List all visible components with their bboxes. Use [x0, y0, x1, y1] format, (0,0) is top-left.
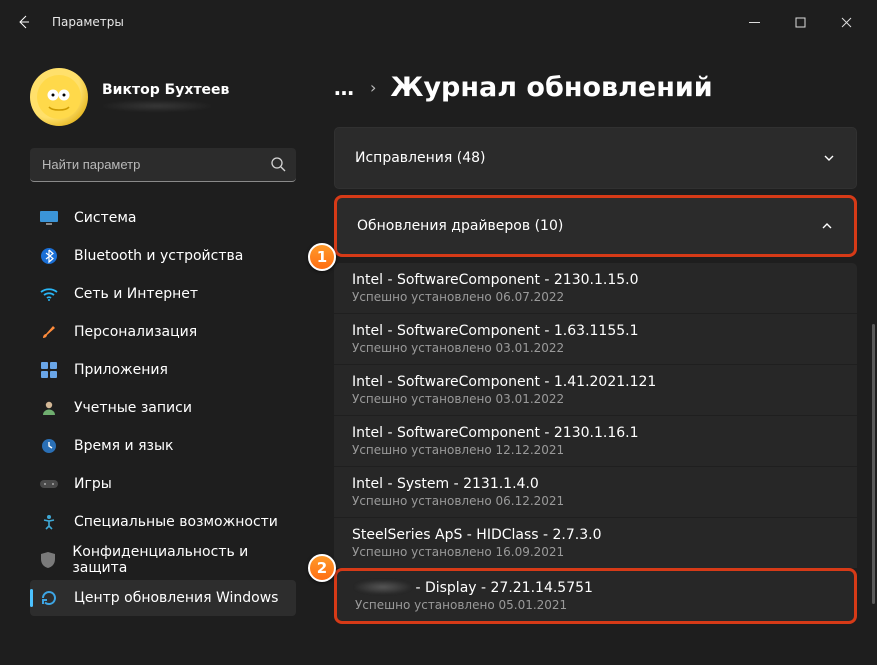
display-icon: [40, 209, 58, 227]
sidebar-item-apps[interactable]: Приложения: [30, 352, 296, 388]
callout-badge-1: 1: [308, 243, 336, 271]
sidebar-item-label: Bluetooth и устройства: [74, 248, 243, 264]
sidebar-item-label: Центр обновления Windows: [74, 590, 278, 606]
list-item[interactable]: Intel - System - 2131.1.4.0Успешно устан…: [334, 466, 857, 517]
sidebar-item-personalization[interactable]: Персонализация: [30, 314, 296, 350]
bluetooth-icon: [40, 247, 58, 265]
chevron-up-icon: [820, 219, 834, 233]
main: … › Журнал обновлений Исправления (48) О…: [310, 44, 877, 665]
section-label: Обновления драйверов (10): [357, 218, 563, 234]
update-list: Intel - SoftwareComponent - 2130.1.15.0У…: [334, 263, 857, 624]
profile-name: Виктор Бухтеев: [102, 82, 229, 98]
sidebar-item-system[interactable]: Система: [30, 200, 296, 236]
sidebar: Виктор Бухтеев Система Bluetooth и устро…: [0, 44, 310, 665]
gamepad-icon: [40, 475, 58, 493]
sidebar-item-label: Приложения: [74, 362, 168, 378]
section-fixes[interactable]: Исправления (48): [334, 127, 857, 189]
back-button[interactable]: [8, 6, 40, 38]
sidebar-item-label: Специальные возможности: [74, 514, 278, 530]
wifi-icon: [40, 285, 58, 303]
list-item[interactable]: SteelSeries ApS - HIDClass - 2.7.3.0Успе…: [334, 517, 857, 568]
window-title: Параметры: [52, 15, 124, 29]
person-icon: [40, 399, 58, 417]
sidebar-item-label: Сеть и Интернет: [74, 286, 198, 302]
clock-icon: [40, 437, 58, 455]
brush-icon: [40, 323, 58, 341]
breadcrumb-ellipsis[interactable]: …: [334, 76, 356, 100]
list-item[interactable]: Intel - SoftwareComponent - 1.63.1155.1У…: [334, 313, 857, 364]
list-item[interactable]: Intel - SoftwareComponent - 2130.1.16.1У…: [334, 415, 857, 466]
sidebar-item-label: Игры: [74, 476, 112, 492]
avatar: [30, 68, 88, 126]
chevron-down-icon: [822, 151, 836, 165]
sidebar-item-accounts[interactable]: Учетные записи: [30, 390, 296, 426]
profile[interactable]: Виктор Бухтеев: [30, 68, 296, 126]
scrollbar[interactable]: [872, 324, 875, 604]
update-icon: [40, 589, 58, 607]
apps-icon: [40, 361, 58, 379]
accessibility-icon: [40, 513, 58, 531]
search: [30, 148, 296, 182]
minimize-button[interactable]: [731, 6, 777, 38]
maximize-button[interactable]: [777, 6, 823, 38]
section-driver-updates[interactable]: Обновления драйверов (10): [334, 195, 857, 257]
breadcrumb: … › Журнал обновлений: [334, 72, 857, 103]
sidebar-item-label: Конфиденциальность и защита: [72, 544, 286, 576]
chevron-right-icon: ›: [370, 78, 376, 97]
sidebar-item-label: Время и язык: [74, 438, 173, 454]
callout-badge-2: 2: [308, 554, 336, 582]
sidebar-nav: Система Bluetooth и устройства Сеть и Ин…: [30, 200, 296, 616]
search-input[interactable]: [30, 148, 296, 182]
sidebar-item-accessibility[interactable]: Специальные возможности: [30, 504, 296, 540]
sidebar-item-gaming[interactable]: Игры: [30, 466, 296, 502]
sidebar-item-privacy[interactable]: Конфиденциальность и защита: [30, 542, 296, 578]
list-item[interactable]: Intel - SoftwareComponent - 1.41.2021.12…: [334, 364, 857, 415]
vendor-redacted: [355, 580, 411, 594]
sidebar-item-windowsupdate[interactable]: Центр обновления Windows: [30, 580, 296, 616]
sidebar-item-time[interactable]: Время и язык: [30, 428, 296, 464]
sidebar-item-label: Система: [74, 210, 136, 226]
shield-icon: [40, 551, 56, 569]
close-button[interactable]: [823, 6, 869, 38]
driver-suffix: - Display - 27.21.14.5751: [411, 580, 593, 596]
window-controls: [731, 6, 869, 38]
page-title: Журнал обновлений: [390, 72, 712, 103]
sidebar-item-bluetooth[interactable]: Bluetooth и устройства: [30, 238, 296, 274]
titlebar: Параметры: [0, 0, 877, 44]
sidebar-item-label: Учетные записи: [74, 400, 192, 416]
sidebar-item-label: Персонализация: [74, 324, 197, 340]
section-label: Исправления (48): [355, 150, 485, 166]
sidebar-item-network[interactable]: Сеть и Интернет: [30, 276, 296, 312]
search-icon: [270, 156, 286, 172]
list-item-highlighted[interactable]: - Display - 27.21.14.5751 Успешно устано…: [334, 568, 857, 624]
profile-email-redacted: [102, 100, 212, 112]
list-item[interactable]: Intel - SoftwareComponent - 2130.1.15.0У…: [334, 263, 857, 313]
